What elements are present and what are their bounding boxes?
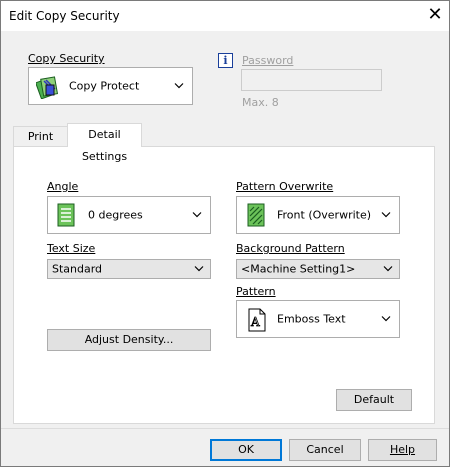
password-field[interactable] [241,69,382,91]
pattern-overwrite-value: Front (Overwrite) [277,208,372,222]
default-button[interactable]: Default [336,389,412,411]
angle-label: Angle [47,180,79,193]
pattern-overwrite-dropdown[interactable]: Front (Overwrite) [236,196,400,234]
ok-button[interactable]: OK [210,439,282,461]
svg-text:A: A [250,315,260,329]
background-pattern-label: Background Pattern [236,242,345,255]
help-button[interactable]: Help [368,439,437,461]
chevron-down-icon [381,316,391,322]
footer-divider [1,428,449,429]
background-pattern-value: <Machine Setting1> [241,262,356,276]
cancel-button[interactable]: Cancel [289,439,361,461]
angle-icon [57,203,75,227]
chevron-down-icon [192,212,202,218]
text-size-value: Standard [52,262,103,276]
title-bar: Edit Copy Security ✕ [1,1,449,31]
password-label: Password [242,54,294,67]
copy-security-label: Copy Security [28,52,105,65]
copy-security-dropdown[interactable]: Copy Protect [28,67,193,105]
tab-print-item[interactable]: Print Item [13,126,68,162]
text-size-label: Text Size [47,242,96,255]
angle-value: 0 degrees [88,208,143,222]
background-pattern-select[interactable]: <Machine Setting1> [236,259,400,279]
chevron-down-icon [194,266,204,272]
close-icon[interactable]: ✕ [425,5,445,25]
adjust-density-button[interactable]: Adjust Density... [47,329,211,351]
pattern-value: Emboss Text [277,312,346,326]
window-title: Edit Copy Security [9,9,120,23]
pattern-label: Pattern [236,285,276,298]
pattern-overwrite-label: Pattern Overwrite [236,180,334,193]
chevron-down-icon [383,266,393,272]
info-icon: i [218,53,233,68]
copy-protect-icon [35,75,60,100]
angle-dropdown[interactable]: 0 degrees [47,196,211,234]
chevron-down-icon [381,212,391,218]
chevron-down-icon [174,83,184,89]
copy-security-value: Copy Protect [69,79,140,93]
password-hint: Max. 8 [242,96,279,109]
text-size-select[interactable]: Standard [47,259,211,279]
emboss-text-icon: A [248,308,266,332]
pattern-dropdown[interactable]: A Emboss Text [236,300,400,338]
tab-detail-settings[interactable]: Detail Settings [67,123,142,163]
pattern-overwrite-icon [246,203,266,227]
